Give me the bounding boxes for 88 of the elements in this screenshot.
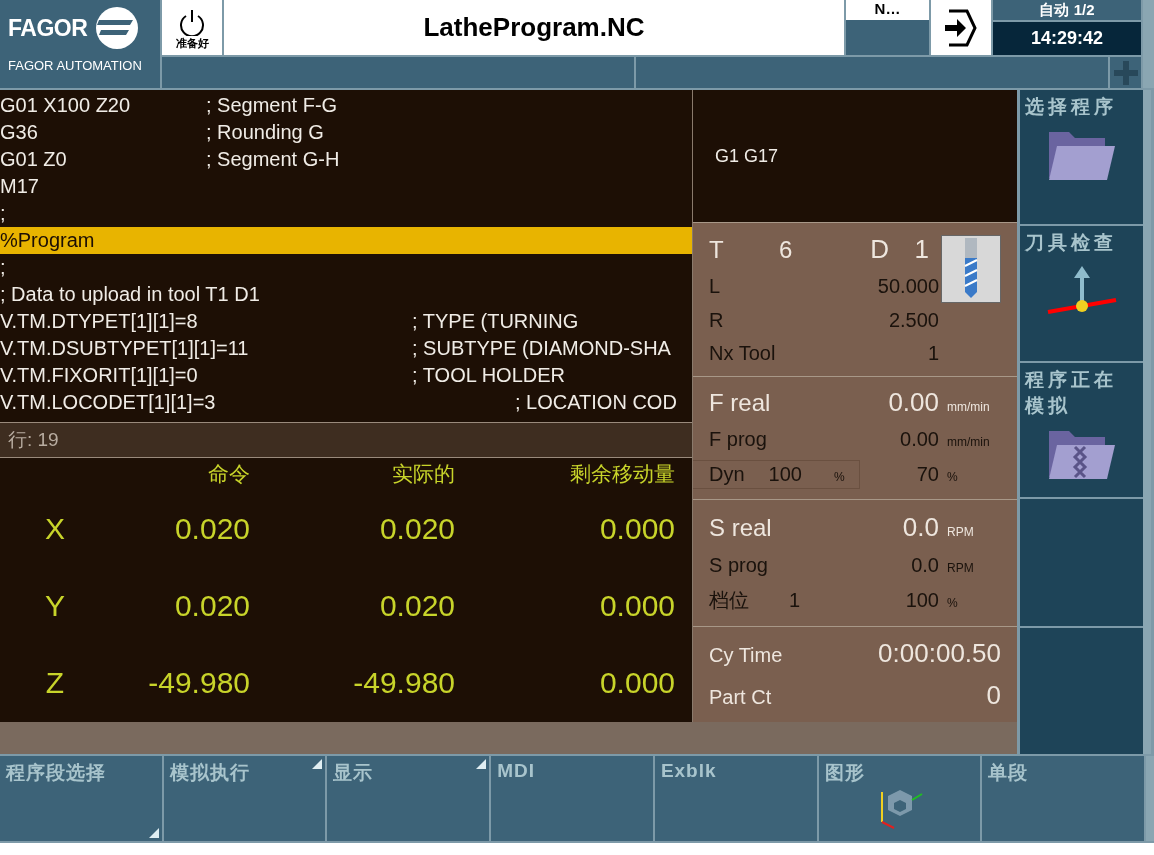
unit-label: RPM (946, 560, 975, 575)
axis-value: -49.980 (353, 666, 455, 701)
unit-label: % (832, 469, 845, 484)
power-icon (177, 10, 207, 36)
axis-value: 0.000 (599, 589, 675, 623)
info-label: R (709, 308, 725, 332)
tool-label: D (869, 234, 889, 266)
info-value: 2.500 (887, 308, 939, 332)
info-value: 1 (789, 589, 802, 613)
side-softkey[interactable]: 刀具检查 (1020, 226, 1143, 361)
program-title: LatheProgram.NC (423, 12, 645, 43)
info-label: S real (709, 513, 773, 542)
axis-value: -49.980 (148, 666, 250, 701)
info-value: 0.0 (910, 553, 939, 577)
softkey[interactable]: 显示 (327, 756, 490, 841)
info-label: F real (709, 389, 772, 418)
column-header: 剩余移动量 (570, 461, 675, 487)
info-value: 0:00:00.50 (877, 638, 1001, 670)
unit-label: % (946, 596, 959, 611)
info-label: Part Ct (709, 685, 773, 709)
softkey[interactable]: 模拟执行 (163, 756, 326, 841)
axis-value: 0.020 (379, 589, 455, 623)
program-line[interactable]: G36 ; Rounding G (0, 119, 692, 146)
axis-value: 0.020 (174, 589, 250, 623)
softkey[interactable]: 图形 (818, 756, 981, 841)
softkey[interactable]: Exblk (654, 756, 817, 841)
info-label: Cy Time (709, 644, 784, 668)
unit-label: % (946, 469, 959, 484)
column-header: 实际的 (392, 461, 455, 487)
program-line[interactable]: ; (0, 200, 692, 227)
mode-label: 自动 1/2 (993, 0, 1141, 20)
info-value: 0.00 (887, 387, 939, 419)
plus-icon[interactable] (1113, 60, 1138, 85)
program-line[interactable]: V.TM.LOCODET[1][1]=3 ; LOCATION COD (0, 389, 692, 416)
axis-value: 0.000 (599, 666, 675, 701)
info-value: 0.00 (899, 427, 939, 451)
exit-button[interactable] (931, 0, 991, 55)
info-label: Dyn (709, 462, 745, 486)
column-header: 命令 (208, 461, 250, 487)
tool-label: T (709, 236, 725, 265)
corner-triangle-icon (476, 759, 487, 769)
axis-name: Y (45, 589, 65, 623)
softkey[interactable]: 单段 (982, 756, 1145, 841)
power-button[interactable]: 准备好 (162, 0, 222, 55)
power-label: 准备好 (175, 36, 209, 51)
unit-label: mm/min (946, 434, 991, 449)
axis-value: 0.020 (379, 511, 455, 546)
program-line[interactable]: V.TM.FIXORIT[1][1]=0 ; TOOL HOLDER (0, 362, 692, 389)
info-value: 1 (926, 341, 939, 365)
unit-label: mm/min (946, 400, 991, 415)
info-label: Nx Tool (709, 341, 777, 365)
company-name: FAGOR AUTOMATION (8, 58, 143, 73)
info-label: S prog (709, 553, 769, 577)
program-line[interactable]: G01 X100 Z20 ; Segment F-G (0, 92, 692, 119)
clock-label: 14:29:42 (993, 22, 1141, 55)
program-line[interactable]: M17 (0, 173, 692, 200)
corner-triangle-icon (312, 759, 323, 769)
program-line[interactable]: V.TM.DTYPET[1][1]=8 ; TYPE (TURNING (0, 308, 692, 335)
info-value: 0.0 (901, 511, 939, 543)
info-value: 100 (904, 589, 939, 613)
tool-number: 1 (913, 234, 929, 266)
info-value: 100 (768, 462, 802, 486)
axis-name: Z (45, 666, 65, 701)
active-gcodes: G1 G17 (715, 145, 779, 167)
axis-value: 0.020 (174, 511, 250, 546)
corner-triangle-icon (148, 828, 159, 838)
program-line[interactable]: V.TM.DSUBTYPET[1][1]=11 ; SUBTYPE (DIAMOND-SHA (0, 335, 692, 362)
softkey[interactable]: MDI (491, 756, 653, 841)
side-softkey[interactable]: 选择程序 (1020, 90, 1143, 225)
program-line[interactable]: G01 Z0 ; Segment G-H (0, 146, 692, 173)
info-label: F prog (709, 427, 768, 451)
axis-name: X (45, 511, 65, 546)
channel-label: N… (846, 0, 929, 20)
tool-number: 6 (779, 236, 794, 265)
side-softkey[interactable]: 程序正在模拟 (1020, 362, 1143, 498)
logo-text: FAGOR (8, 14, 88, 42)
unit-label: RPM (946, 524, 975, 539)
program-line[interactable]: ; (0, 254, 692, 281)
info-value: 50.000 (876, 275, 939, 299)
line-number-label: 行: 19 (8, 428, 59, 452)
info-value: 0 (985, 679, 1001, 711)
softkey[interactable]: 程序段选择 (0, 756, 162, 841)
program-line[interactable]: ; Data to upload in tool T1 D1 (0, 281, 692, 308)
info-label: L (709, 275, 722, 299)
logo-icon (95, 6, 140, 50)
info-value: 70 (915, 462, 939, 486)
info-label: 档位 (709, 588, 750, 614)
axis-value: 0.000 (599, 511, 675, 546)
